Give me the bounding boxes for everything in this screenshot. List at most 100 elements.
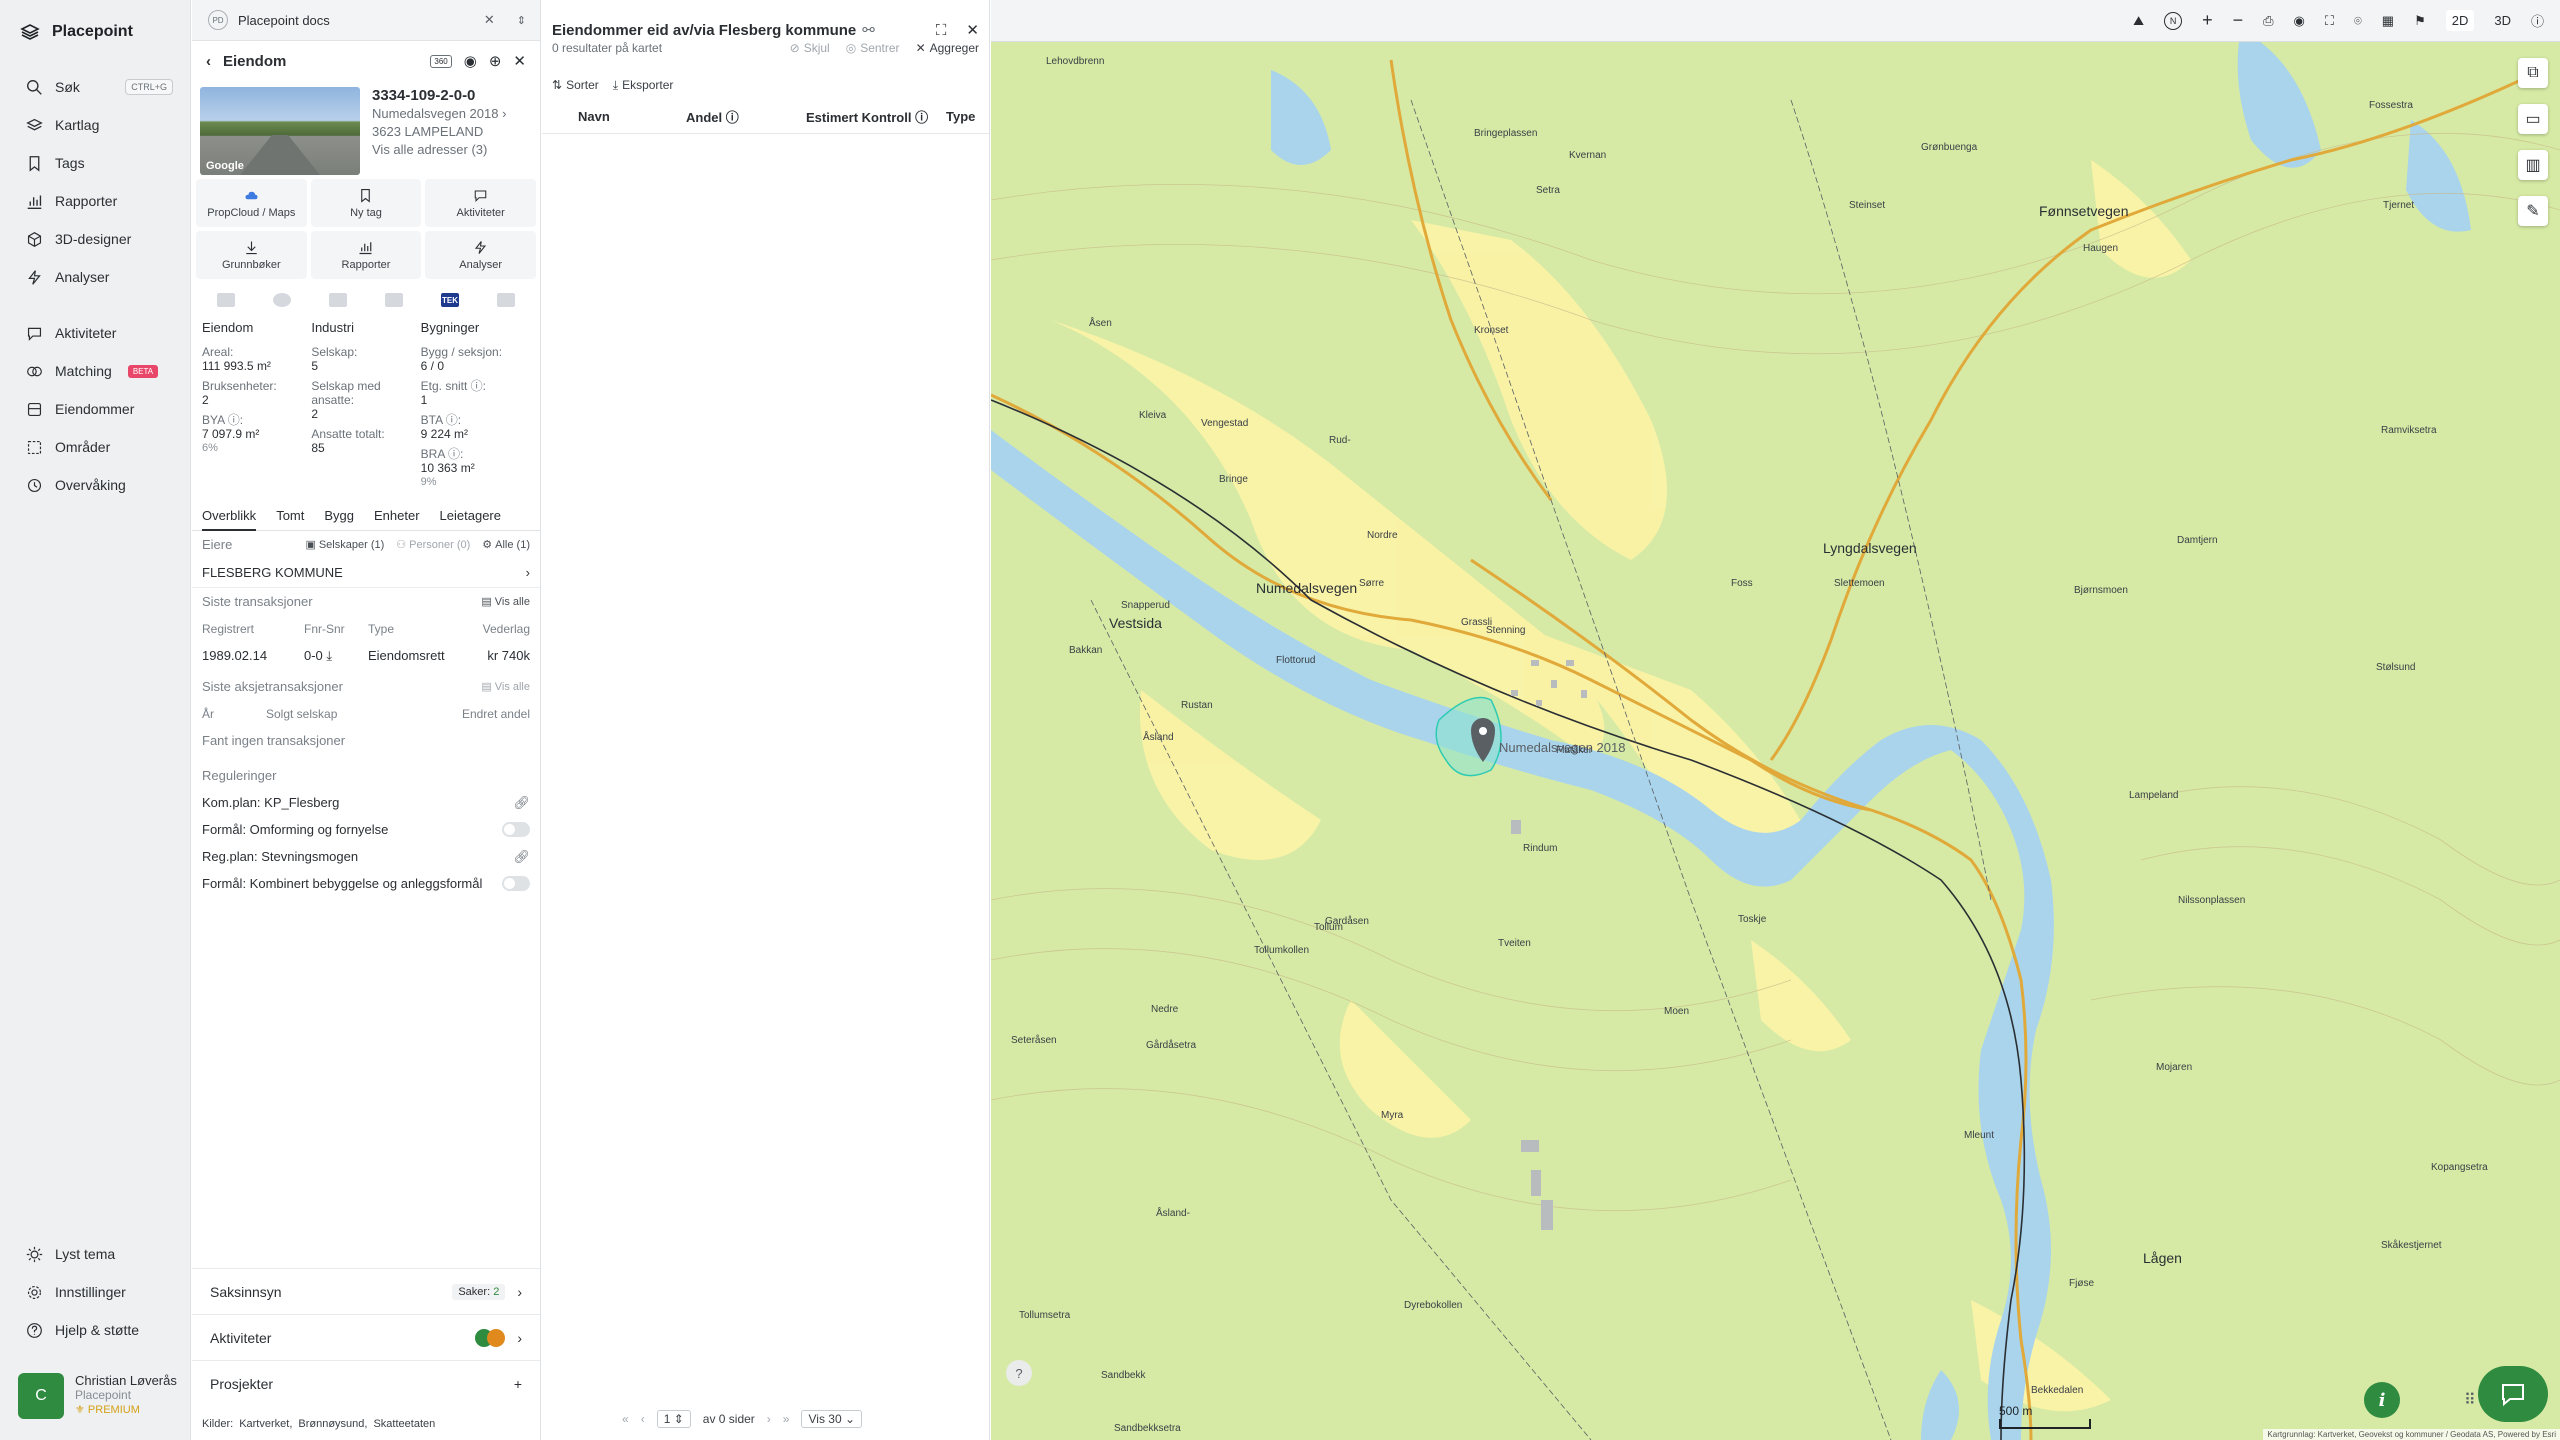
- layers-3d-icon[interactable]: ⛰: [2133, 13, 2144, 29]
- activities-button[interactable]: Aktiviteter: [425, 179, 536, 227]
- reports-button[interactable]: Rapporter: [310, 231, 422, 279]
- drag-handle-icon[interactable]: ⠿: [2464, 1390, 2476, 1410]
- regulation-item[interactable]: Formål: Omforming og fornyelse: [202, 816, 530, 843]
- mode-3d-button[interactable]: 3D: [2494, 13, 2511, 28]
- expand-toggle-icon[interactable]: ⇕: [517, 14, 526, 27]
- tab-tomt[interactable]: Tomt: [276, 508, 304, 523]
- aktiviteter-row[interactable]: Aktiviteter ›: [192, 1314, 540, 1360]
- regulation-item[interactable]: Kom.plan: KP_Flesberg 🔗︎: [202, 789, 530, 816]
- fullscreen-icon[interactable]: ⛶: [2325, 13, 2334, 29]
- info-icon[interactable]: ⓘ: [2531, 11, 2544, 30]
- sidebar-item-hjelp[interactable]: Hjelp & støtte: [0, 1311, 191, 1349]
- bookmark-icon[interactable]: ⚑: [2414, 13, 2426, 29]
- new-tag-button[interactable]: Ny tag: [310, 179, 422, 227]
- center-button[interactable]: ◎ Sentrer: [846, 41, 900, 55]
- grunnboker-button[interactable]: Grunnbøker: [196, 231, 307, 279]
- map-chart-button[interactable]: ▥: [2518, 150, 2548, 180]
- column-header-type[interactable]: Type: [946, 109, 975, 124]
- compass-icon[interactable]: N: [2164, 11, 2183, 30]
- link-icon[interactable]: ⚯: [862, 21, 875, 39]
- add-icon[interactable]: ⊕: [489, 52, 502, 70]
- sidebar-item-3d-designer[interactable]: 3D-designer: [0, 220, 191, 258]
- sidebar-item-kartlag[interactable]: Kartlag: [0, 106, 191, 144]
- doc-tab[interactable]: PD Placepoint docs ✕ ⇕: [192, 0, 540, 41]
- zoom-out-icon[interactable]: −: [2233, 10, 2244, 31]
- column-header-andel[interactable]: Andel ⓘ: [686, 107, 806, 126]
- owner-filter-all[interactable]: ⚙ Alle (1): [482, 538, 530, 552]
- property-street[interactable]: Numedalsvegen 2018 ›: [372, 105, 506, 123]
- source-link[interactable]: Skatteetaten: [373, 1418, 435, 1430]
- close-icon[interactable]: ✕: [484, 12, 495, 28]
- show-all-link[interactable]: ▤ Vis alle: [481, 595, 530, 609]
- source-icon[interactable]: [273, 293, 291, 307]
- info-button[interactable]: i: [2364, 1382, 2400, 1418]
- sidebar-item-lyst-tema[interactable]: Lyst tema: [0, 1235, 191, 1273]
- sidebar-item-overvaking[interactable]: Overvåking: [0, 466, 191, 504]
- tab-bygg[interactable]: Bygg: [324, 508, 354, 523]
- last-page-icon[interactable]: »: [783, 1412, 790, 1426]
- owner-filter-persons[interactable]: ⚇ Personer (0): [396, 538, 470, 552]
- street-view-photo[interactable]: Google: [200, 87, 360, 175]
- source-icon[interactable]: [385, 293, 403, 307]
- export-button[interactable]: ⤓ Eksporter: [613, 78, 674, 93]
- source-icon[interactable]: [217, 293, 235, 307]
- owner-filter-companies[interactable]: ▣ Selskaper (1): [305, 538, 384, 552]
- sidebar-item-omrader[interactable]: Områder: [0, 428, 191, 466]
- close-icon[interactable]: ✕: [966, 21, 979, 39]
- map-3d-icon[interactable]: 360: [430, 54, 452, 68]
- tab-leietagere[interactable]: Leietagere: [440, 508, 501, 523]
- back-icon[interactable]: ‹: [206, 53, 211, 70]
- map-canvas[interactable]: Numedalsvegen 2018 Lehovdbrenn Bringeplas…: [991, 0, 2560, 1440]
- sidebar-item-matching[interactable]: Matching BETA: [0, 352, 191, 390]
- tek-badge[interactable]: TEK: [441, 293, 459, 307]
- source-icon[interactable]: [497, 293, 515, 307]
- tab-overblikk[interactable]: Overblikk: [202, 508, 257, 531]
- hide-button[interactable]: ⊘ Skjul: [790, 41, 830, 55]
- regulation-toggle[interactable]: [502, 876, 530, 891]
- chat-button[interactable]: [2478, 1366, 2548, 1422]
- grid-icon[interactable]: ▦: [2382, 13, 2394, 29]
- regulation-item[interactable]: Formål: Kombinert bebyggelse og anleggsf…: [202, 870, 530, 897]
- fullscreen-icon[interactable]: ⛶: [936, 22, 947, 39]
- close-icon[interactable]: ✕: [513, 52, 526, 70]
- next-page-icon[interactable]: ›: [767, 1412, 771, 1426]
- first-page-icon[interactable]: «: [622, 1412, 629, 1426]
- brand[interactable]: Placepoint: [20, 22, 133, 42]
- camera-icon[interactable]: ⌾: [2354, 13, 2362, 29]
- page-input[interactable]: 1 ⇕: [656, 1410, 691, 1428]
- source-link[interactable]: Kartverket,: [239, 1418, 292, 1430]
- sidebar-item-innstillinger[interactable]: Innstillinger: [0, 1273, 191, 1311]
- source-icon[interactable]: [329, 293, 347, 307]
- saksinnsyn-row[interactable]: Saksinnsyn Saker: 2 ›: [192, 1268, 540, 1314]
- zoom-in-icon[interactable]: +: [2202, 10, 2213, 31]
- sidebar-item-tags[interactable]: Tags: [0, 144, 191, 182]
- eye-icon[interactable]: ◉: [464, 52, 477, 70]
- regulation-item[interactable]: Reg.plan: Stevningsmogen 🔗︎: [202, 843, 530, 870]
- map-draw-button[interactable]: ✎: [2518, 196, 2548, 226]
- eye-icon[interactable]: ◉: [2294, 13, 2305, 29]
- topo-map[interactable]: Numedalsvegen 2018: [991, 0, 2560, 1440]
- sidebar-item-rapporter[interactable]: Rapporter: [0, 182, 191, 220]
- prev-page-icon[interactable]: ‹: [641, 1412, 645, 1426]
- sidebar-item-analyser[interactable]: Analyser: [0, 258, 191, 296]
- table-row[interactable]: 1989.02.14 0-0 ⤓ Eiendomsrett kr 740k: [202, 642, 530, 669]
- source-link[interactable]: Brønnøysund,: [298, 1418, 367, 1430]
- column-header-kontroll[interactable]: Estimert Kontroll ⓘ: [806, 107, 946, 126]
- owner-row[interactable]: FLESBERG KOMMUNE ›: [192, 558, 540, 588]
- column-header-navn[interactable]: Navn: [566, 109, 686, 124]
- regulation-toggle[interactable]: [502, 822, 530, 837]
- page-size-select[interactable]: Vis 30 ⌄: [801, 1410, 863, 1428]
- map-layers-button[interactable]: ⧉: [2518, 58, 2548, 88]
- all-addresses-link[interactable]: Vis alle adresser (3): [372, 141, 506, 159]
- print-icon[interactable]: ⎙: [2263, 13, 2273, 29]
- map-tool-button[interactable]: ▭: [2518, 104, 2548, 134]
- analyses-button[interactable]: Analyser: [425, 231, 536, 279]
- aggregate-button[interactable]: ✕ Aggreger: [916, 41, 979, 55]
- sidebar-item-aktiviteter[interactable]: Aktiviteter: [0, 314, 191, 352]
- sidebar-item-sok[interactable]: Søk CTRL+G: [0, 68, 191, 106]
- sidebar-item-eiendommer[interactable]: Eiendommer: [0, 390, 191, 428]
- tab-enheter[interactable]: Enheter: [374, 508, 420, 523]
- propcloud-button[interactable]: PropCloud / Maps: [196, 179, 307, 227]
- mode-2d-button[interactable]: 2D: [2445, 10, 2475, 31]
- help-icon[interactable]: ?: [1006, 1360, 1032, 1386]
